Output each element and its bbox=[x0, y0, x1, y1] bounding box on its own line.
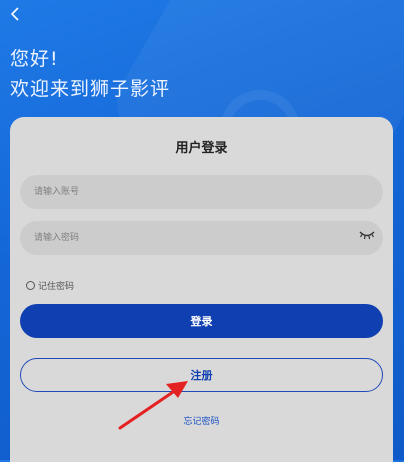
password-input[interactable] bbox=[20, 221, 383, 255]
back-button[interactable] bbox=[6, 4, 26, 24]
card-title: 用户登录 bbox=[175, 141, 228, 156]
login-card: 用户登录 记住密码 登录 注册 忘记密码 bbox=[10, 117, 393, 462]
greeting-hello: 您好! bbox=[10, 48, 59, 70]
eye-closed-icon[interactable] bbox=[359, 228, 375, 242]
register-button[interactable]: 注册 bbox=[20, 358, 383, 392]
login-button[interactable]: 登录 bbox=[20, 304, 383, 338]
greeting-welcome: 欢迎来到狮子影评 bbox=[10, 78, 171, 100]
remember-password-label: 记住密码 bbox=[38, 282, 75, 292]
forgot-password-link[interactable]: 忘记密码 bbox=[10, 414, 393, 427]
radio-circle-icon bbox=[26, 281, 35, 290]
account-input[interactable] bbox=[20, 175, 383, 209]
remember-password-checkbox[interactable]: 记住密码 bbox=[26, 279, 74, 292]
chevron-left-icon bbox=[10, 7, 19, 21]
